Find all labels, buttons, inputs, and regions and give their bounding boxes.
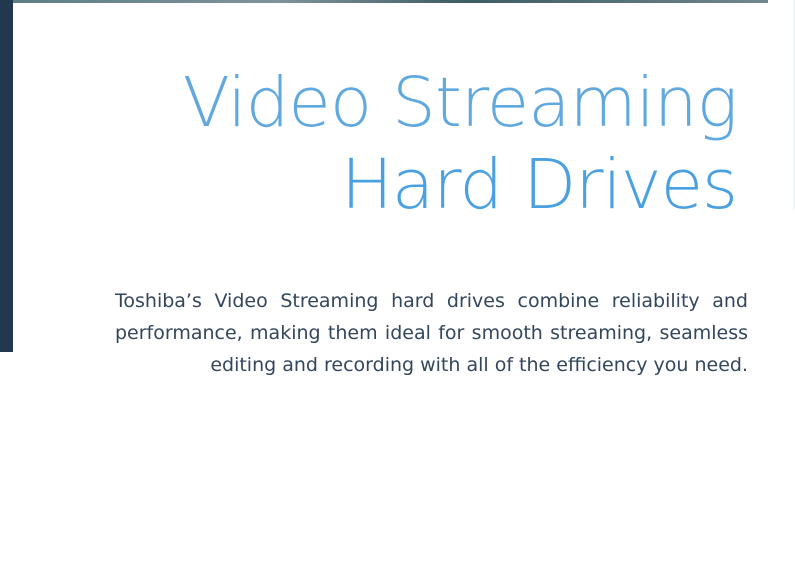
hero-description: Toshiba’s Video Streaming hard drives co… — [115, 290, 748, 376]
hero-title-line-1: Video Streaming — [182, 63, 738, 143]
left-accent-bar — [0, 0, 13, 352]
hero-title-block: Video Streaming Hard Drives — [120, 62, 738, 226]
hero-title-line-2: Hard Drives — [341, 145, 738, 225]
header-image-strip — [13, 0, 768, 3]
